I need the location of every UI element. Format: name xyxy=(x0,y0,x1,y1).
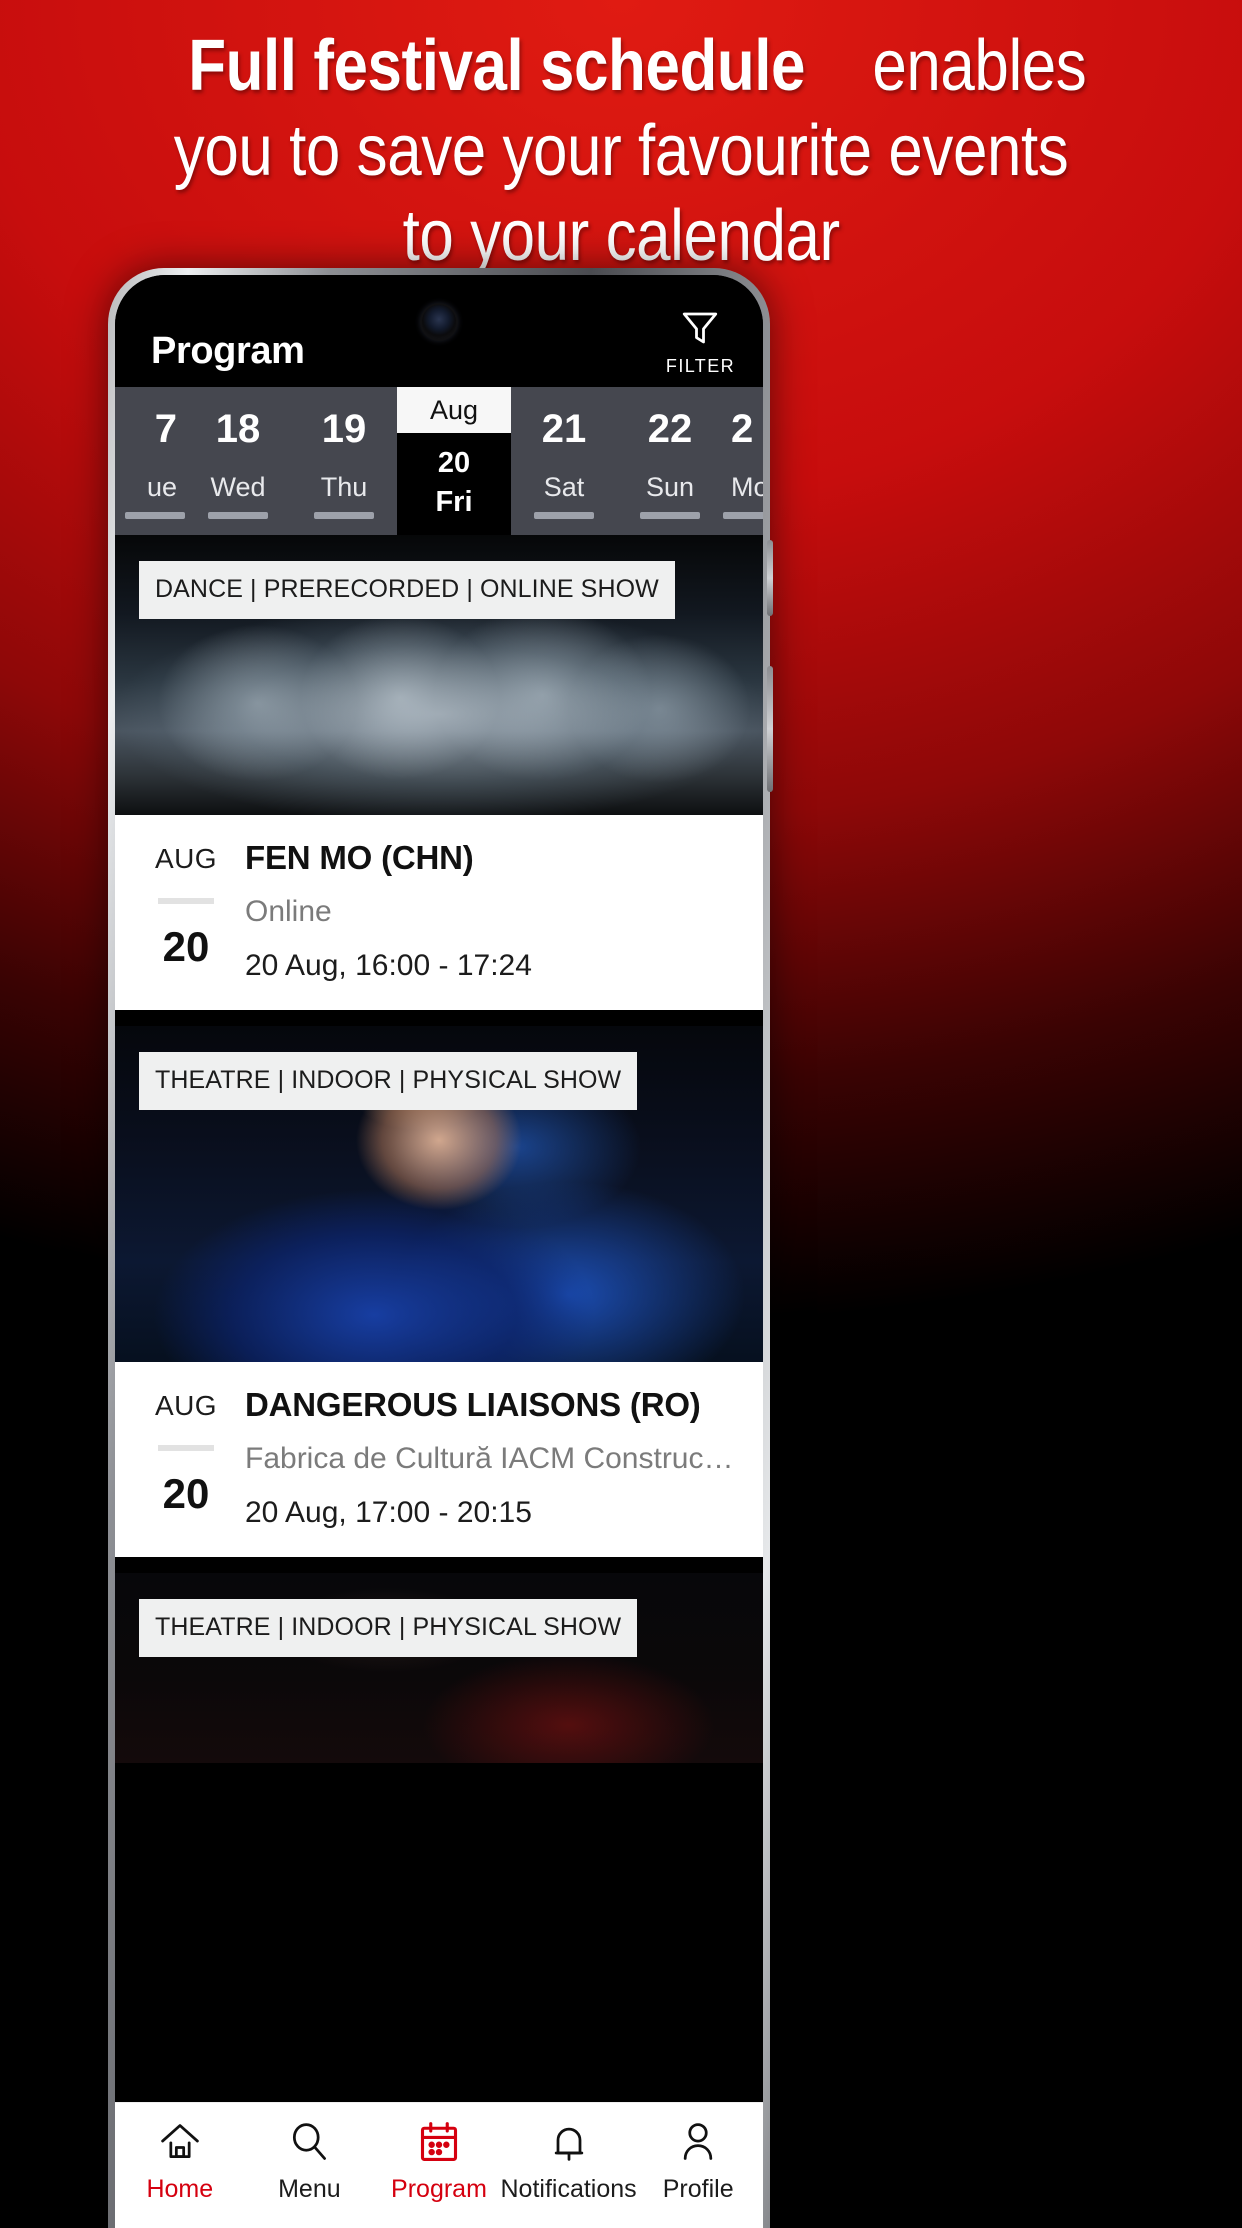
event-image-dance: DANCE | PRERECORDED | ONLINE SHOW xyxy=(115,535,763,815)
person-icon xyxy=(676,2119,720,2165)
bell-icon xyxy=(547,2119,591,2165)
date-weekday: Mo xyxy=(731,472,763,502)
headline-line-1-bold: Full festival schedule xyxy=(188,26,806,106)
date-weekday: Sun xyxy=(645,472,695,502)
date-strip[interactable]: 7 ue 18 Wed 19 Thu Aug 20 Fri ⌄ 21 Sat 2… xyxy=(115,387,763,535)
search-icon xyxy=(287,2119,331,2165)
phone-volume-button[interactable] xyxy=(767,540,773,616)
date-underline xyxy=(208,512,268,519)
event-card-body: AUG 20 DANGEROUS LIAISONS (RO) Fabrica d… xyxy=(115,1361,763,1557)
phone-frame: Program FILTER 7 ue 18 Wed 19 Thu Aug 20… xyxy=(108,268,773,2228)
phone-screen: Program FILTER 7 ue 18 Wed 19 Thu Aug 20… xyxy=(115,275,763,2228)
headline-line-1-normal: enables xyxy=(872,26,1087,106)
nav-item-notifications[interactable]: Notifications xyxy=(501,2119,637,2202)
date-underline xyxy=(534,512,594,519)
date-divider xyxy=(158,898,214,904)
event-image-theatre: THEATRE | INDOOR | PHYSICAL SHOW xyxy=(115,1025,763,1362)
date-weekday: Wed xyxy=(210,472,266,502)
date-cell-21[interactable]: 21 Sat xyxy=(511,387,617,535)
chevron-down-icon[interactable]: ⌄ xyxy=(445,524,463,536)
event-category-badge: DANCE | PRERECORDED | ONLINE SHOW xyxy=(139,561,675,619)
calendar-icon xyxy=(417,2119,461,2165)
nav-label-program: Program xyxy=(391,2175,487,2203)
date-number: 21 xyxy=(541,407,587,451)
event-category-badge: THEATRE | INDOOR | PHYSICAL SHOW xyxy=(139,1598,638,1657)
event-card-body: AUG 20 FEN MO (CHN) Online 20 Aug, 16:00… xyxy=(115,815,763,1010)
event-info-column: FEN MO (CHN) Online 20 Aug, 16:00 - 17:2… xyxy=(235,839,741,984)
event-date-column: AUG 20 xyxy=(137,839,235,984)
filter-button[interactable]: FILTER xyxy=(666,307,741,377)
event-title: DANGEROUS LIAISONS (RO) xyxy=(245,1385,701,1423)
event-venue: Fabrica de Cultură IACM Construcții SA– … xyxy=(245,1441,741,1475)
funnel-icon xyxy=(678,307,722,349)
page-title: Program xyxy=(151,330,305,372)
event-title: FEN MO (CHN) xyxy=(245,839,474,876)
date-cell-selected-20[interactable]: Aug 20 Fri ⌄ xyxy=(397,387,511,535)
bottom-navigation: Home Menu Program Notifications Profile xyxy=(115,2102,763,2228)
date-number: 2 xyxy=(731,407,754,451)
date-cell-23[interactable]: 2 Mo xyxy=(723,387,763,535)
event-card[interactable]: THEATRE | INDOOR | PHYSICAL SHOW AUG 20 … xyxy=(115,1025,763,1557)
nav-item-menu[interactable]: Menu xyxy=(247,2119,371,2202)
selected-date-number: 20 xyxy=(437,447,471,479)
nav-item-program[interactable]: Program xyxy=(377,2119,501,2202)
event-date-column: AUG 20 xyxy=(137,1386,235,1531)
camera-punchhole-icon xyxy=(422,305,456,339)
date-number: 7 xyxy=(154,407,177,451)
event-month: AUG xyxy=(155,843,217,874)
event-info-column: DANGEROUS LIAISONS (RO) Fabrica de Cultu… xyxy=(235,1386,741,1531)
date-weekday: ue xyxy=(146,472,177,502)
promo-headline: Full festival schedule enables you to sa… xyxy=(0,24,1242,279)
nav-label-profile: Profile xyxy=(662,2175,734,2203)
app-header: Program FILTER xyxy=(115,275,763,387)
event-category-badge: THEATRE | INDOOR | PHYSICAL SHOW xyxy=(139,1051,638,1110)
event-feed[interactable]: DANCE | PRERECORDED | ONLINE SHOW AUG 20… xyxy=(115,535,763,2102)
date-underline xyxy=(723,512,763,519)
event-month: AUG xyxy=(155,1389,217,1421)
date-divider xyxy=(158,1444,214,1451)
headline-line-2: you to save your favourite events xyxy=(173,110,1069,191)
event-time: 20 Aug, 17:00 - 20:15 xyxy=(245,1496,532,1530)
event-card[interactable]: THEATRE | INDOOR | PHYSICAL SHOW xyxy=(115,1572,763,1763)
nav-item-profile[interactable]: Profile xyxy=(636,2119,760,2202)
date-number: 22 xyxy=(647,407,693,451)
event-image-theatre-partial: THEATRE | INDOOR | PHYSICAL SHOW xyxy=(115,1572,763,1763)
date-cell-18[interactable]: 18 Wed xyxy=(185,387,291,535)
date-number: 19 xyxy=(321,407,367,451)
nav-item-home[interactable]: Home xyxy=(118,2119,242,2202)
headline-line-3: to your calendar xyxy=(402,195,840,276)
phone-power-button[interactable] xyxy=(767,666,773,792)
date-cell-19[interactable]: 19 Thu xyxy=(291,387,397,535)
nav-label-notifications: Notifications xyxy=(500,2175,637,2203)
nav-label-home: Home xyxy=(146,2175,214,2203)
event-card[interactable]: DANCE | PRERECORDED | ONLINE SHOW AUG 20… xyxy=(115,535,763,1010)
event-day: 20 xyxy=(162,1469,210,1517)
date-number: 18 xyxy=(215,407,261,451)
date-underline xyxy=(314,512,374,519)
date-cell-17[interactable]: 7 ue xyxy=(115,387,185,535)
selected-month-label: Aug xyxy=(397,387,511,433)
nav-label-menu: Menu xyxy=(278,2175,341,2203)
event-venue: Online xyxy=(245,894,332,928)
filter-label: FILTER xyxy=(665,356,735,376)
home-icon xyxy=(158,2119,202,2165)
event-time: 20 Aug, 16:00 - 17:24 xyxy=(245,949,532,983)
event-day: 20 xyxy=(162,923,210,970)
selected-weekday: Fri xyxy=(435,486,473,518)
date-underline xyxy=(125,512,185,519)
date-weekday: Sat xyxy=(543,472,585,502)
date-underline xyxy=(640,512,700,519)
date-weekday: Thu xyxy=(320,472,368,502)
date-cell-22[interactable]: 22 Sun xyxy=(617,387,723,535)
